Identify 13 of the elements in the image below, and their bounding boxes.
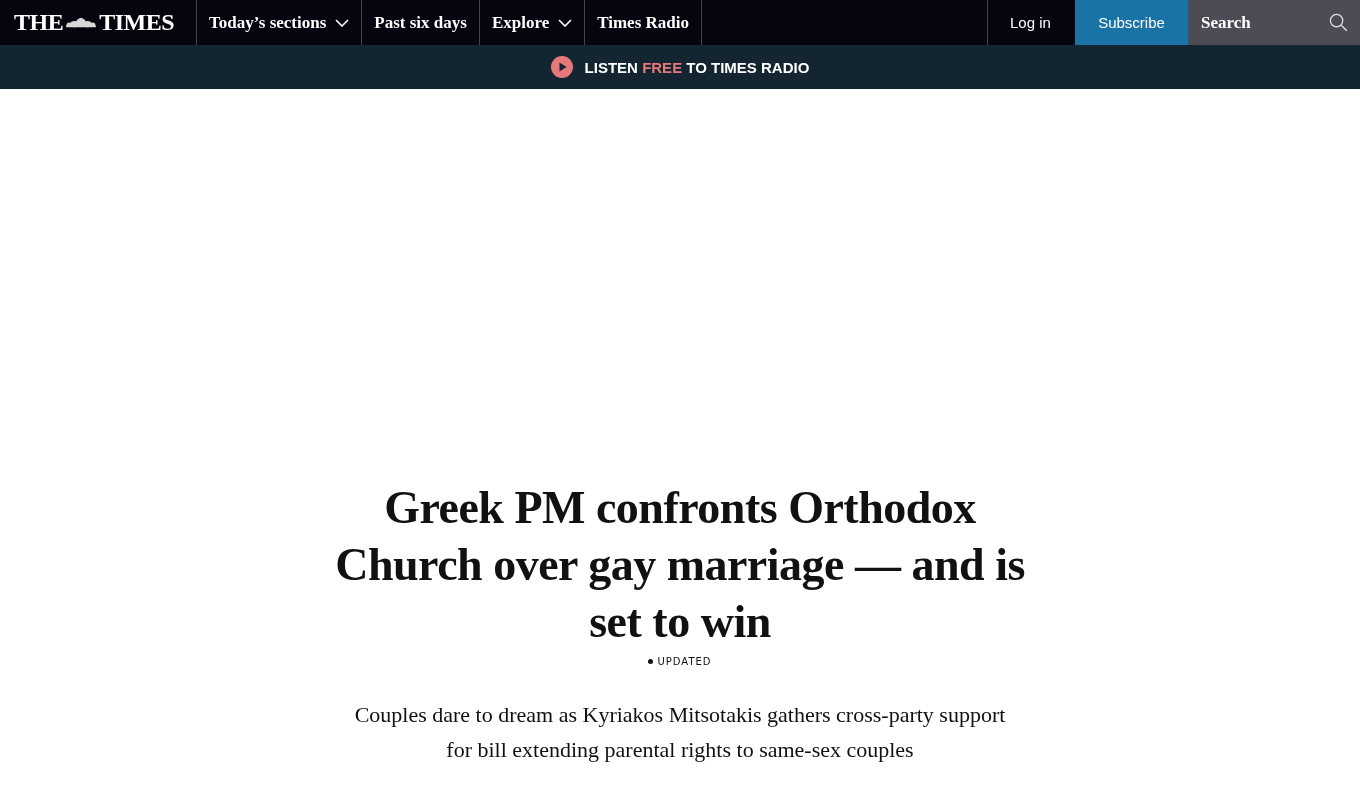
updated-label: UPDATED	[648, 656, 712, 667]
listen-link[interactable]: LISTEN FREE TO TIMES RADIO	[584, 58, 810, 76]
play-icon[interactable]	[550, 56, 573, 78]
search-icon[interactable]	[1329, 13, 1348, 32]
logo-text[interactable]: TIMES	[99, 9, 174, 36]
chevron-down-icon	[335, 18, 350, 27]
article-headline: Greek PM confronts Orthodox Church over gay marriage — and is set to win	[334, 481, 1026, 649]
search-bar[interactable]: Search	[1188, 0, 1360, 45]
search-field[interactable]: Search	[1199, 11, 1329, 34]
article-standfirst: Couples dare to dream as Kyriakos Mitsotakis gathers cross-party support for bill extending parental rights to same-sex couples	[353, 701, 1007, 764]
logo-text[interactable]: THE	[14, 9, 64, 36]
subscribe-button[interactable]: Subscribe	[1075, 0, 1188, 45]
chevron-down-icon	[558, 18, 573, 27]
